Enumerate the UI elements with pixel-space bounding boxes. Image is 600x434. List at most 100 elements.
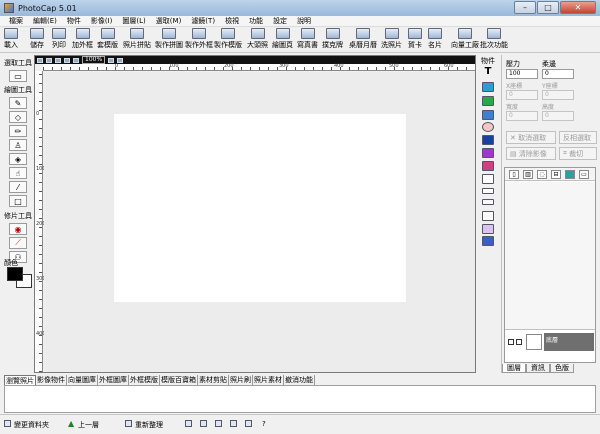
tab-frame-templates[interactable]: 外框模版 xyxy=(129,375,160,385)
new-layer-icon[interactable]: ▯ xyxy=(509,170,519,179)
calendar-button[interactable]: 桌曆月曆 xyxy=(349,28,377,50)
clear-image-button[interactable]: ▤ 清除影像 xyxy=(506,147,556,160)
library-content[interactable] xyxy=(4,385,596,413)
business-card-button[interactable]: 名片 xyxy=(428,28,442,50)
visibility-icon[interactable] xyxy=(508,339,514,345)
trash-icon[interactable]: ▥ xyxy=(523,170,533,179)
flatten-icon[interactable]: ▭ xyxy=(579,170,589,179)
zoom-level[interactable]: 100% xyxy=(82,56,106,64)
rotate-icon[interactable] xyxy=(117,57,124,63)
photo-book-button[interactable]: 寫真書 xyxy=(297,28,318,50)
brush-tool[interactable]: ✎ xyxy=(9,97,27,109)
up-level-button[interactable]: 上一層 xyxy=(78,420,99,430)
mosaic-icon[interactable] xyxy=(482,236,494,246)
height-field[interactable]: 0 xyxy=(542,111,574,121)
print-button[interactable]: 列印 xyxy=(52,28,66,50)
photo-collage-button[interactable]: 照片拼貼 xyxy=(123,28,151,50)
rect-select-tool[interactable]: ▭ xyxy=(9,70,27,82)
vector-object-icon[interactable] xyxy=(482,110,494,120)
layer-color-icon[interactable] xyxy=(565,170,575,179)
load-button[interactable]: 載入 xyxy=(4,28,18,50)
menu-image[interactable]: 影像(I) xyxy=(86,16,118,26)
menu-object[interactable]: 物件 xyxy=(62,16,86,26)
print-photo-button[interactable]: 洗照片 xyxy=(381,28,402,50)
details-icon[interactable] xyxy=(215,420,222,427)
batch-function-button[interactable]: 批次功能 xyxy=(480,28,508,50)
make-puzzle-button[interactable]: 製作拼圖 xyxy=(155,28,183,50)
close-button[interactable]: ✕ xyxy=(560,1,596,14)
tab-layers[interactable]: 圖層 xyxy=(502,364,526,373)
thumbnail-icon[interactable] xyxy=(200,420,207,427)
label-icon[interactable] xyxy=(482,135,494,145)
tab-browse-photos[interactable]: 瀏覽照片 xyxy=(4,375,36,385)
maximize-button[interactable]: □ xyxy=(537,1,559,14)
menu-help[interactable]: 說明 xyxy=(292,16,316,26)
refresh-button[interactable]: 重新整理 xyxy=(135,420,163,430)
crop-button[interactable]: ⌗ 裁切 xyxy=(559,147,597,160)
fill-tool[interactable]: ◈ xyxy=(9,153,27,165)
layer-properties-icon[interactable]: ◌ xyxy=(537,170,547,179)
image-icon[interactable] xyxy=(46,57,52,63)
tab-undo[interactable]: 撤消功能 xyxy=(284,375,315,385)
calendar-object-icon[interactable] xyxy=(482,161,494,171)
change-folder-button[interactable]: 變更資料夾 xyxy=(14,420,49,430)
tab-photo-material[interactable]: 照片素材 xyxy=(253,375,284,385)
image-page[interactable] xyxy=(114,114,406,302)
retouch-brush-tool[interactable]: ⟋ xyxy=(9,237,27,249)
sort-icon[interactable] xyxy=(185,420,192,427)
x-field[interactable]: 0 xyxy=(506,90,538,100)
smudge-tool[interactable]: ☝ xyxy=(9,167,27,179)
eraser-tool[interactable]: ◇ xyxy=(9,111,27,123)
symbol-icon[interactable] xyxy=(482,148,494,158)
menu-layer[interactable]: 圖層(L) xyxy=(117,16,150,26)
minimize-button[interactable]: – xyxy=(514,1,536,14)
image-object-icon[interactable] xyxy=(482,82,494,92)
make-template-button[interactable]: 製作模版 xyxy=(214,28,242,50)
greeting-card-button[interactable]: 賀卡 xyxy=(408,28,422,50)
menu-view[interactable]: 檢視 xyxy=(220,16,244,26)
line-icon[interactable] xyxy=(482,188,494,194)
width-field[interactable]: 0 xyxy=(506,111,538,121)
tab-frame-library[interactable]: 外框圖庫 xyxy=(98,375,129,385)
text-icon[interactable]: T xyxy=(482,67,494,77)
clock-icon[interactable] xyxy=(482,122,494,132)
layer-list[interactable] xyxy=(505,182,595,330)
make-frame-button[interactable]: 製作外框 xyxy=(185,28,213,50)
add-frame-button[interactable]: 加外框 xyxy=(72,28,93,50)
shape-tool[interactable]: □ xyxy=(9,195,27,207)
zoom-out-icon[interactable] xyxy=(64,57,70,63)
tab-vector-library[interactable]: 向量圖庫 xyxy=(67,375,98,385)
fit-icon[interactable] xyxy=(37,57,43,63)
dropper-tool[interactable]: ⁄ xyxy=(9,181,27,193)
stamp-tool[interactable]: ♙ xyxy=(9,139,27,151)
tab-info[interactable]: 資訊 xyxy=(526,364,550,373)
double-arrow-icon[interactable] xyxy=(482,199,494,205)
softness-field[interactable]: 0 xyxy=(542,69,574,79)
arrow-icon[interactable] xyxy=(482,211,494,221)
up-arrow-icon[interactable]: ▲ xyxy=(68,420,75,428)
canvas-area[interactable] xyxy=(44,72,475,372)
menu-select[interactable]: 選取(M) xyxy=(151,16,187,26)
tab-template-box[interactable]: 模版百寶箱 xyxy=(160,375,198,385)
edit-icon[interactable] xyxy=(516,339,522,345)
pressure-field[interactable]: 100 xyxy=(506,69,538,79)
menu-file[interactable]: 檔案 xyxy=(4,16,28,26)
invert-select-button[interactable]: 反相選取 xyxy=(559,131,597,144)
zoom-in-icon[interactable] xyxy=(55,57,61,63)
y-field[interactable]: 0 xyxy=(542,90,574,100)
pencil-tool[interactable]: ✏ xyxy=(9,125,27,137)
actual-size-icon[interactable] xyxy=(73,57,79,63)
hand-icon[interactable] xyxy=(108,57,115,63)
merge-down-icon[interactable]: ⊟ xyxy=(551,170,561,179)
tab-photo-brush[interactable]: 照片刷 xyxy=(229,375,253,385)
speech-bubble-icon[interactable] xyxy=(482,174,494,184)
id-photo-button[interactable]: 大頭照 xyxy=(247,28,268,50)
menu-edit[interactable]: 編輯(E) xyxy=(28,16,62,26)
shape-object-icon[interactable] xyxy=(482,224,494,234)
tab-clipart[interactable]: 素材剪貼 xyxy=(198,375,229,385)
tab-image-objects[interactable]: 影像物件 xyxy=(36,375,67,385)
vector-factory-button[interactable]: 向量工廠 xyxy=(451,28,479,50)
red-eye-tool[interactable]: ◉ xyxy=(9,223,27,235)
tab-channels[interactable]: 色版 xyxy=(550,364,574,373)
menu-settings[interactable]: 設定 xyxy=(268,16,292,26)
